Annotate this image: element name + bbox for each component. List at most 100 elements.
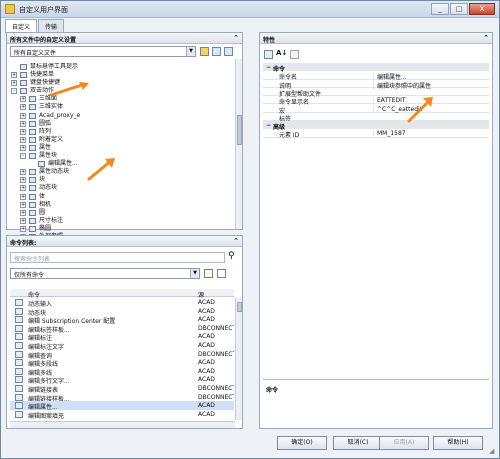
expand-icon[interactable]: + [11,80,17,87]
command-row[interactable]: 动态输入 ACAD [10,298,234,308]
tree-node[interactable]: + 圆弧 [10,120,237,128]
search-icon[interactable]: ⚲ [228,251,235,261]
tree-options-icon[interactable] [224,47,233,56]
categorized-view-icon[interactable] [264,50,273,59]
tree-item-label: 体 [39,192,46,200]
tree-node[interactable]: + 尺寸标注 [10,217,237,225]
tree-node[interactable]: + 属性 [10,144,237,152]
property-grid[interactable]: − 命令 命令名 编辑属性... 说明 编辑块参照中的属性 扩展型帮助文件 命令显示名 EATT… [263,63,489,183]
tree-item-icon [29,177,36,184]
tree-node[interactable]: + 三维实体 [10,103,237,111]
save-icon[interactable] [212,47,221,56]
expand-icon[interactable]: + [20,128,26,135]
expand-icon[interactable]: + [20,169,26,176]
property-value[interactable]: EATTEDIT [373,97,406,105]
property-row[interactable]: 命令显示名 EATTEDIT [263,96,489,106]
expand-icon[interactable]: + [20,177,26,184]
expand-icon[interactable]: + [20,120,26,127]
collapse-icon[interactable]: ⌃ [233,34,239,42]
tab-transfer[interactable]: 传输 [38,19,65,33]
apply-button[interactable]: 应用(A) [379,436,429,450]
tree-vertical-scrollbar[interactable] [235,59,242,229]
expand-icon[interactable]: + [20,201,26,208]
expand-icon[interactable]: + [20,136,26,143]
expand-icon[interactable]: + [20,104,26,111]
cancel-button[interactable]: 取消(C) [333,436,383,450]
property-category[interactable]: − 命令 [263,63,489,73]
tree-node[interactable]: + Acad_proxy_e [10,112,237,120]
collapse-icon[interactable]: ⌃ [233,237,239,245]
property-row[interactable]: 宏 ^C^C_eattedit [263,105,489,115]
tree-node[interactable]: 编辑属性... [10,160,237,168]
expand-icon[interactable]: + [20,144,26,151]
command-row[interactable]: 编辑多线 ACAD [10,367,234,377]
command-row[interactable]: 编辑属性... ACAD [10,401,234,411]
command-row[interactable]: 编辑多行文字... ACAD [10,375,234,385]
command-row[interactable]: 编辑查询 DBCONNECT [10,350,234,360]
expand-icon[interactable]: + [20,209,26,216]
command-row[interactable]: 编辑标注文字 ACAD [10,341,234,351]
property-category[interactable]: − 高级 [263,121,489,131]
tree-node[interactable]: + 阵列 [10,128,237,136]
new-command-icon[interactable] [204,269,213,278]
command-filter-dropdown[interactable]: 仅所有命令 ▼ [10,268,200,279]
scroll-thumb[interactable] [237,115,242,145]
command-row[interactable]: 编辑链接样板... DBCONNECT [10,393,234,403]
ok-button[interactable]: 确定(O) [277,436,327,450]
command-row[interactable]: 编辑多段线 ACAD [10,358,234,368]
expand-icon[interactable]: + [20,217,26,224]
tree-node[interactable]: + 相机 [10,201,237,209]
customization-file-dropdown[interactable]: 所有自定义文件 ▼ [10,46,196,57]
tree-node[interactable]: + 圆 [10,209,237,217]
collapse-node-icon[interactable]: - [11,88,17,95]
tree-node[interactable]: + 快捷菜单 [10,71,237,79]
property-row[interactable]: 元素 ID MM_1587 [263,129,489,139]
collapse-icon[interactable]: ⌃ [483,34,489,42]
command-list-table[interactable]: 动态输入 ACAD 动态块 ACAD 编辑 Subscription Center 配置… [10,298,234,420]
tree-node[interactable]: 鼠标悬停工具提示 [10,63,237,71]
property-row[interactable]: 标签 [263,113,489,123]
close-button[interactable]: X [469,3,495,15]
scroll-thumb[interactable] [237,302,242,312]
minimize-button[interactable]: _ [431,3,449,15]
command-row[interactable]: 编辑 Subscription Center 配置 ACAD [10,315,234,325]
tree-node[interactable]: - 属性块 [10,152,237,160]
property-value[interactable]: MM_1587 [373,130,406,138]
property-row[interactable]: 命令名 编辑属性... [263,71,489,82]
find-replace-icon[interactable] [217,269,226,278]
alphabetical-sort-icon[interactable]: A↓ [276,49,287,57]
command-source: ACAD [198,333,215,341]
tab-customize[interactable]: 自定义 [5,19,38,33]
maximize-button[interactable]: □ [450,3,468,15]
command-row[interactable]: 编辑标签样板... DBCONNECT [10,324,234,334]
command-list-horizontal-scrollbar[interactable] [10,421,235,428]
expand-icon[interactable]: + [20,193,26,200]
tree-node[interactable]: + 椭圆 [10,225,237,233]
tree-node[interactable]: + 动态块 [10,184,237,192]
property-row[interactable]: 说明 编辑块参照中的属性 [263,80,489,90]
expand-icon[interactable]: + [11,72,17,79]
customization-tree[interactable]: 鼠标悬停工具提示 + 快捷菜单 + 键盘快捷键 - 双击动作 + 三维面 + 三维实体 + Acad_p… [10,63,237,259]
command-row[interactable]: 动态块 ACAD [10,307,234,317]
command-row[interactable]: 编辑图案填充 ACAD [10,410,234,420]
property-row[interactable]: 扩展型帮助文件 [263,88,489,98]
tree-item-label: Acad_proxy_e [39,111,81,119]
expand-icon[interactable]: + [20,96,26,103]
command-icon [15,393,23,401]
command-row[interactable]: 编辑链接表 DBCONNECT [10,384,234,394]
command-row[interactable]: 编辑标注 ACAD [10,332,234,342]
expand-icon[interactable]: + [20,112,26,119]
tree-node[interactable]: + 附着定义 [10,136,237,144]
collapse-node-icon[interactable]: - [20,153,26,160]
resize-grip-icon[interactable]: ◢ [489,447,494,455]
expand-icon[interactable]: + [20,225,26,232]
collapse-node-icon[interactable]: − [266,122,271,129]
command-search-input[interactable]: 搜索命令列表 [10,252,225,263]
tree-node[interactable]: + 体 [10,193,237,201]
command-list-scrollbar[interactable] [235,298,242,420]
collapse-node-icon[interactable]: − [266,64,271,71]
expand-icon[interactable]: + [20,185,26,192]
help-button[interactable]: 帮助(H) [433,436,483,450]
command-source: ACAD [198,299,215,306]
open-file-icon[interactable] [200,47,209,56]
